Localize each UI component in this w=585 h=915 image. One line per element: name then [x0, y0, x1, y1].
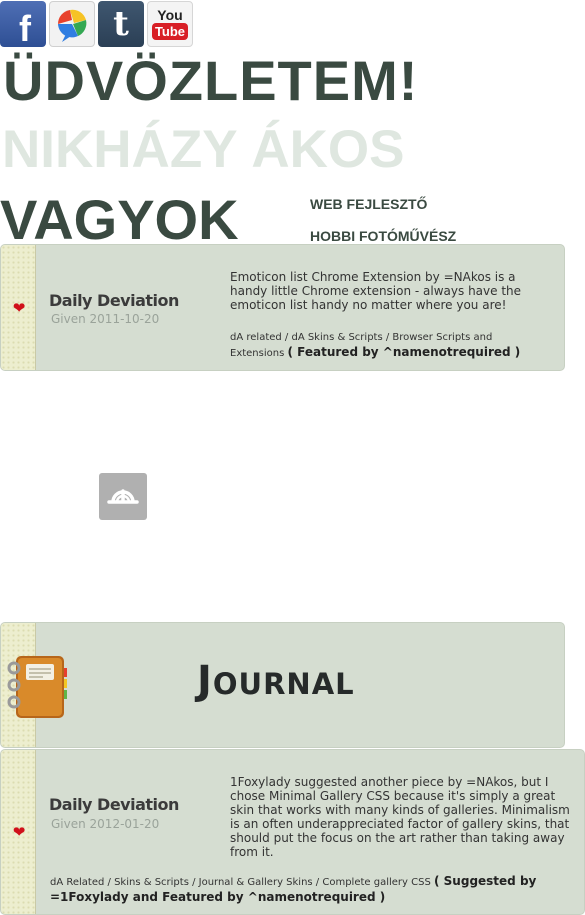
deviantart-button[interactable] — [99, 473, 147, 520]
journal-book-icon — [7, 656, 67, 718]
daily-deviation-card-2: ❤ Daily Deviation Given 2012-01-20 1Foxy… — [0, 749, 585, 915]
deviation-description: Emoticon list Chrome Extension by =NAkos… — [230, 270, 522, 312]
youtube-tube-label: Tube — [151, 23, 189, 40]
heart-icon: ❤ — [12, 299, 26, 317]
daily-deviation-given-date: Given 2011-10-20 — [51, 312, 160, 326]
daily-deviation-title: Daily Deviation — [49, 291, 179, 310]
facebook-icon[interactable]: f — [0, 1, 46, 47]
name-heading: NIKHÁZY ÁKOS — [2, 120, 405, 179]
google-buzz-icon[interactable] — [49, 1, 95, 47]
journal-title: JOURNAL — [197, 658, 355, 704]
heart-icon: ❤ — [12, 823, 26, 841]
deviantart-icon — [107, 488, 139, 504]
youtube-you-label: You — [157, 7, 183, 23]
role-hobby-photographer: HOBBI FOTÓMŰVÉSZ — [310, 228, 457, 244]
deviation-description: 1Foxylady suggested another piece by =NA… — [230, 775, 570, 859]
verb-heading: VAGYOK — [0, 188, 239, 251]
role-web-developer: WEB FEJLESZTŐ — [310, 196, 428, 212]
daily-deviation-title: Daily Deviation — [49, 795, 179, 814]
greeting-heading: ÜDVÖZLETEM! — [3, 49, 419, 112]
deviation-categories: dA Related / Skins & Scripts / Journal &… — [50, 874, 580, 906]
category-path[interactable]: dA Related / Skins & Scripts / Journal &… — [50, 877, 431, 888]
daily-deviation-card-1: ❤ Daily Deviation Given 2011-10-20 Emoti… — [0, 244, 565, 371]
featured-by-text: ( Featured by ^namenotrequired ) — [287, 345, 521, 359]
youtube-icon[interactable]: You Tube — [147, 1, 193, 47]
tumblr-icon[interactable]: t — [98, 1, 144, 47]
deviation-categories: dA related / dA Skins & Scripts / Browse… — [230, 331, 540, 361]
social-icons: f t You Tube — [0, 1, 193, 47]
daily-deviation-given-date: Given 2012-01-20 — [51, 817, 160, 831]
